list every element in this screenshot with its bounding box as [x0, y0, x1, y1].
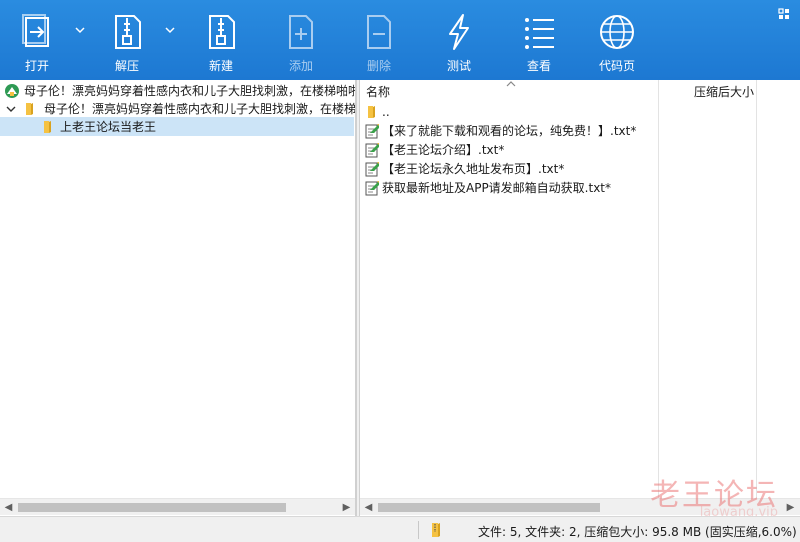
layout-toggle-icon[interactable] — [778, 8, 790, 20]
status-separator — [418, 521, 419, 539]
file-name-label: .. — [382, 104, 390, 119]
tree-folder-label: 母子伦！漂亮妈妈穿着性感内衣和儿子大胆找刺激，在楼梯啪 — [44, 102, 356, 116]
new-button[interactable]: 新建 — [198, 0, 244, 80]
file-name-label: 获取最新地址及APP请发邮箱自动获取.txt* — [382, 181, 612, 195]
delete-label: 删除 — [366, 59, 391, 73]
tree-child-label: 上老王论坛当老王 — [60, 120, 157, 134]
text-file-icon — [365, 142, 379, 157]
file-list-item[interactable]: 【来了就能下载和观看的论坛，纯免费！】.txt* — [364, 121, 636, 140]
file-list-item[interactable]: 【老王论坛永久地址发布页】.txt* — [364, 159, 564, 178]
chevron-down-icon[interactable] — [6, 104, 16, 114]
archive-icon — [209, 15, 235, 49]
test-label: 测试 — [446, 59, 471, 73]
extract-dropdown-icon[interactable] — [164, 24, 176, 36]
codepage-button[interactable]: 代码页 — [594, 0, 640, 80]
open-button[interactable]: 打开 — [14, 0, 60, 80]
file-name-label: 【老王论坛永久地址发布页】.txt* — [382, 162, 565, 176]
tree-root-item[interactable]: 母子伦！漂亮妈妈穿着性感内衣和儿子大胆找刺激，在楼梯啪啪 — [0, 81, 356, 100]
file-name-label: 【老王论坛介绍】.txt* — [382, 143, 505, 157]
list-view-icon — [525, 18, 554, 49]
tree-child-item[interactable]: 上老王论坛当老王 — [0, 117, 354, 136]
test-button[interactable]: 测试 — [436, 0, 482, 80]
column-divider — [756, 80, 757, 498]
add-button[interactable]: 添加 — [278, 0, 324, 80]
file-list-pane[interactable]: 名称 压缩后大小 .. 【来了就能下载和观看的论坛，纯免费！】.txt* 【老王论坛… — [360, 80, 800, 516]
text-file-icon — [365, 161, 379, 176]
open-label: 打开 — [24, 59, 49, 73]
text-file-icon — [365, 180, 379, 195]
sort-ascending-icon — [506, 81, 516, 87]
scroll-right-icon[interactable]: ▶ — [782, 499, 799, 516]
archive-status-icon — [432, 523, 440, 537]
delete-button[interactable]: 删除 — [356, 0, 402, 80]
extract-icon — [115, 15, 141, 49]
column-divider — [658, 80, 659, 498]
file-name-label: 【来了就能下载和观看的论坛，纯免费！】.txt* — [382, 124, 637, 138]
file-list-item[interactable]: 【老王论坛介绍】.txt* — [364, 140, 504, 159]
open-icon — [22, 14, 49, 47]
status-summary: 文件: 5, 文件夹: 2, 压缩包大小: 95.8 MB (固实压缩,6.0%… — [478, 525, 797, 539]
archive-root-icon — [5, 83, 19, 98]
column-size-label: 压缩后大小 — [694, 84, 755, 99]
scroll-right-icon[interactable]: ▶ — [338, 499, 355, 516]
scroll-left-icon[interactable]: ◀ — [0, 499, 17, 516]
view-button[interactable]: 查看 — [516, 0, 562, 80]
codepage-label: 代码页 — [598, 59, 635, 73]
new-label: 新建 — [208, 59, 233, 73]
scroll-left-icon[interactable]: ◀ — [360, 499, 377, 516]
toolbar: 打开 解压 新建 添加 删除 测试 查看 代码页 — [0, 0, 800, 80]
file-list-item[interactable]: 获取最新地址及APP请发邮箱自动获取.txt* — [364, 178, 611, 197]
lightning-icon — [449, 14, 469, 50]
globe-icon — [600, 15, 634, 49]
status-bar: 文件: 5, 文件夹: 2, 压缩包大小: 95.8 MB (固实压缩,6.0%… — [0, 516, 800, 542]
view-label: 查看 — [526, 59, 551, 73]
folder-tree-pane[interactable]: 母子伦！漂亮妈妈穿着性感内衣和儿子大胆找刺激，在楼梯啪啪 母子伦！漂亮妈妈穿着性… — [0, 80, 356, 516]
column-header-packed-size[interactable]: 压缩后大小 — [694, 80, 800, 102]
text-file-icon — [365, 123, 379, 138]
left-horizontal-scrollbar[interactable]: ◀ ▶ — [0, 498, 355, 515]
file-list-item[interactable]: .. — [364, 102, 390, 121]
column-name-label: 名称 — [366, 84, 391, 99]
extract-label: 解压 — [114, 59, 139, 73]
scroll-thumb[interactable] — [378, 503, 600, 512]
open-dropdown-icon[interactable] — [74, 24, 86, 36]
folder-icon — [44, 120, 51, 133]
scroll-thumb[interactable] — [18, 503, 286, 512]
tree-folder-item[interactable]: 母子伦！漂亮妈妈穿着性感内衣和儿子大胆找刺激，在楼梯啪 — [0, 99, 356, 118]
extract-button[interactable]: 解压 — [104, 0, 150, 80]
delete-file-icon — [367, 15, 391, 49]
tree-root-label: 母子伦！漂亮妈妈穿着性感内衣和儿子大胆找刺激，在楼梯啪啪 — [24, 84, 356, 98]
folder-icon — [26, 102, 33, 115]
folder-icon — [368, 105, 375, 118]
add-file-icon — [289, 15, 313, 49]
add-label: 添加 — [288, 59, 313, 73]
